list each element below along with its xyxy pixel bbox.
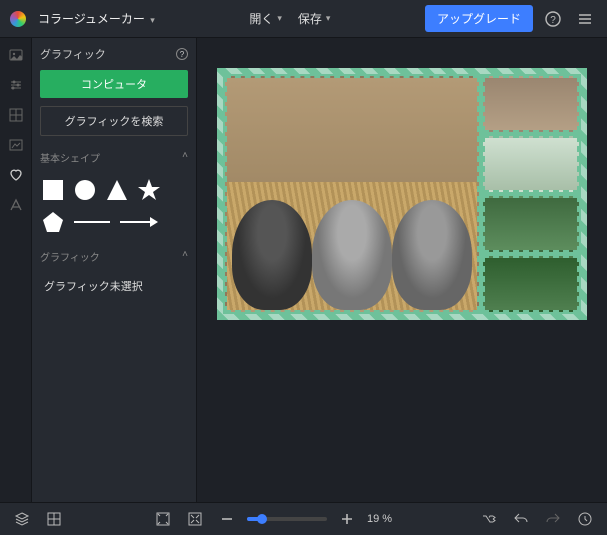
zoom-percent[interactable]: 19 % bbox=[367, 513, 392, 525]
rail-images-icon[interactable] bbox=[7, 46, 25, 64]
save-label: 保存 bbox=[298, 10, 322, 27]
panel-title: グラフィック bbox=[40, 46, 106, 62]
shape-pentagon[interactable] bbox=[40, 209, 66, 235]
shape-triangle[interactable] bbox=[104, 177, 130, 203]
grid-icon[interactable] bbox=[42, 507, 66, 531]
bottombar-right bbox=[477, 507, 597, 531]
side-panel: グラフィック ? コンピュータ グラフィックを検索 基本シェイプ ˄ グラフィッ… bbox=[32, 38, 197, 502]
undo-icon[interactable] bbox=[509, 507, 533, 531]
no-selection-text: グラフィック未選択 bbox=[40, 272, 188, 300]
chevron-down-icon: ▾ bbox=[150, 15, 155, 25]
svg-text:?: ? bbox=[550, 15, 556, 26]
shape-star[interactable] bbox=[136, 177, 162, 203]
rail-text-icon[interactable] bbox=[7, 196, 25, 214]
bottombar: 19 % bbox=[0, 502, 607, 535]
help-small-icon[interactable]: ? bbox=[176, 48, 188, 60]
history-icon[interactable] bbox=[573, 507, 597, 531]
subject-1 bbox=[232, 200, 312, 310]
save-button[interactable]: 保存 ▾ bbox=[292, 6, 337, 31]
redo-icon[interactable] bbox=[541, 507, 565, 531]
computer-button[interactable]: コンピュータ bbox=[40, 70, 188, 98]
tool-rail bbox=[0, 38, 32, 502]
collage-cell-2[interactable] bbox=[483, 136, 579, 192]
search-graphics-button[interactable]: グラフィックを検索 bbox=[40, 106, 188, 136]
zoom-slider-thumb[interactable] bbox=[257, 514, 267, 524]
shapes-grid bbox=[40, 177, 188, 235]
center-menu: 開く ▾ 保存 ▾ bbox=[243, 6, 336, 31]
zoom-in-icon[interactable] bbox=[335, 507, 359, 531]
open-button[interactable]: 開く ▾ bbox=[243, 6, 288, 31]
actual-size-icon[interactable] bbox=[183, 507, 207, 531]
main-area: グラフィック ? コンピュータ グラフィックを検索 基本シェイプ ˄ グラフィッ… bbox=[0, 38, 607, 502]
app-logo-icon bbox=[10, 11, 26, 27]
bottombar-center: 19 % bbox=[151, 507, 392, 531]
collapse-icon: ˄ bbox=[182, 249, 188, 264]
rail-adjust-icon[interactable] bbox=[7, 76, 25, 94]
collage-cell-4[interactable] bbox=[483, 256, 579, 312]
topbar: コラージュメーカー ▾ 開く ▾ 保存 ▾ アップグレード ? bbox=[0, 0, 607, 38]
open-label: 開く bbox=[249, 10, 273, 27]
layers-icon[interactable] bbox=[10, 507, 34, 531]
chevron-down-icon: ▾ bbox=[326, 13, 331, 24]
rail-graphic-icon[interactable] bbox=[7, 136, 25, 154]
fit-screen-icon[interactable] bbox=[151, 507, 175, 531]
app-title-text: コラージュメーカー bbox=[38, 12, 145, 26]
collage-side-column bbox=[483, 76, 579, 312]
main-image-placeholder bbox=[227, 78, 477, 310]
chevron-down-icon: ▾ bbox=[277, 13, 282, 24]
graphic-section-header[interactable]: グラフィック ˄ bbox=[40, 249, 188, 264]
collage-cell-3[interactable] bbox=[483, 196, 579, 252]
panel-header: グラフィック ? bbox=[40, 46, 188, 62]
collage-cell-1[interactable] bbox=[483, 76, 579, 132]
shapes-header-label: 基本シェイプ bbox=[40, 150, 100, 165]
menu-icon[interactable] bbox=[573, 7, 597, 31]
shuffle-icon[interactable] bbox=[477, 507, 501, 531]
subject-2 bbox=[312, 200, 392, 310]
collapse-icon: ˄ bbox=[182, 150, 188, 165]
zoom-out-icon[interactable] bbox=[215, 507, 239, 531]
collage-frame[interactable] bbox=[217, 68, 587, 320]
upgrade-button[interactable]: アップグレード bbox=[425, 5, 533, 32]
shapes-section-header[interactable]: 基本シェイプ ˄ bbox=[40, 150, 188, 165]
zoom-slider[interactable] bbox=[247, 517, 327, 521]
canvas-area[interactable] bbox=[197, 38, 607, 502]
rail-layout-icon[interactable] bbox=[7, 106, 25, 124]
subject-3 bbox=[392, 200, 472, 310]
shape-line[interactable] bbox=[72, 209, 112, 235]
shape-square[interactable] bbox=[40, 177, 66, 203]
rail-heart-icon[interactable] bbox=[7, 166, 25, 184]
shape-circle[interactable] bbox=[72, 177, 98, 203]
graphic-header-label: グラフィック bbox=[40, 249, 100, 264]
shape-arrow[interactable] bbox=[118, 209, 158, 235]
help-icon[interactable]: ? bbox=[541, 7, 565, 31]
collage-cell-main[interactable] bbox=[225, 76, 479, 312]
app-title[interactable]: コラージュメーカー ▾ bbox=[38, 10, 155, 27]
bottombar-left bbox=[10, 507, 66, 531]
